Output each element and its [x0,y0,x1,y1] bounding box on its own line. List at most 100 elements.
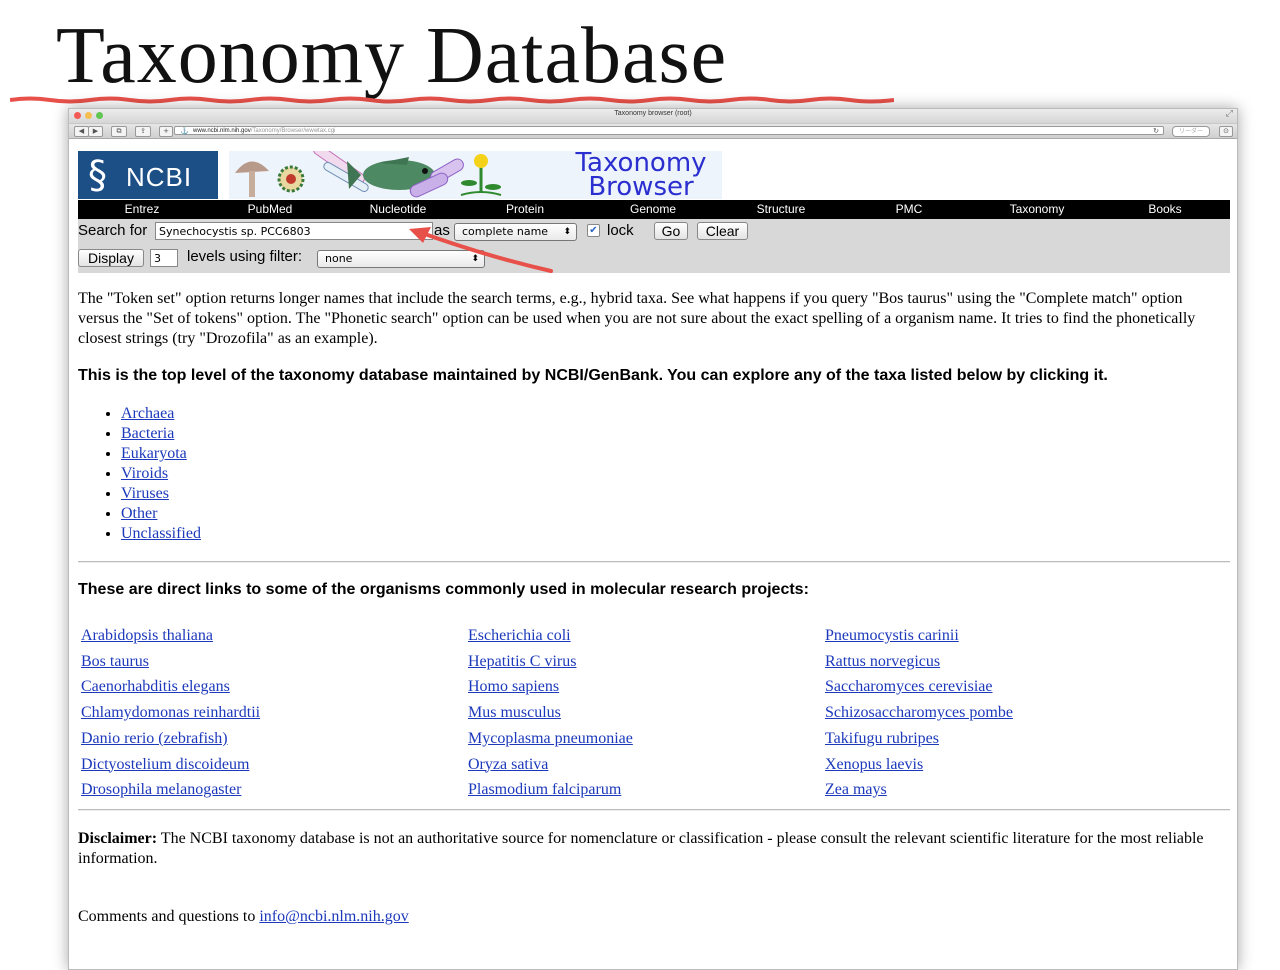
browser-toolbar: ◀ ▶ ⧉ ⇪ + ⚓ www.ncbi.nlm.nih.gov/Taxonom… [69,124,1237,139]
reload-icon[interactable]: ↻ [1153,127,1159,136]
organism-link[interactable]: Takifugu rubripes [825,730,939,747]
organism-link[interactable]: Mycoplasma pneumoniae [468,730,633,747]
intro-paragraph: The "Token set" option returns longer na… [78,290,1196,347]
organisms-heading: These are direct links to some of the or… [78,581,809,598]
search-panel: Search for Synechocystis sp. PCC6803 as … [78,219,1230,273]
list-item: Viroids [121,464,201,484]
fullscreen-icon[interactable]: ⤢ [1226,109,1233,119]
taxon-link-archaea[interactable]: Archaea [121,405,174,422]
window-titlebar: Taxonomy browser (root) ⤢ [69,109,1237,124]
comments-text: Comments and questions to [78,908,260,925]
nav-entrez[interactable]: Entrez [102,200,182,219]
ncbi-logo-text: NCBI [126,162,193,192]
nav-genome[interactable]: Genome [613,200,693,219]
organism-link[interactable]: Schizosaccharomyces pombe [825,704,1013,721]
nav-protein[interactable]: Protein [485,200,565,219]
search-input[interactable]: Synechocystis sp. PCC6803 [155,222,433,240]
organism-link[interactable]: Bos taurus [81,653,149,670]
divider [78,561,1230,563]
slide-title: Taxonomy Database [56,12,728,100]
clear-button[interactable]: Clear [697,222,748,240]
bacteria-icon [313,151,369,192]
select-arrows-icon: ⬍ [471,254,479,264]
organism-link[interactable]: Arabidopsis thaliana [81,627,213,644]
organism-link[interactable]: Dictyostelium discoideum [81,756,249,773]
comments-line: Comments and questions to info@ncbi.nlm.… [78,907,409,927]
nav-pmc[interactable]: PMC [869,200,949,219]
title-underline [10,96,894,104]
banner-title-line2: Browser [588,172,694,199]
top-level-taxa-list: Archaea Bacteria Eukaryota Viroids Virus… [101,404,201,544]
taxon-link-eukaryota[interactable]: Eukaryota [121,445,187,462]
levels-input[interactable]: 3 [150,249,178,267]
list-item: Other [121,504,201,524]
search-mode-select[interactable]: complete name ⬍ [454,223,577,241]
organism-link[interactable]: Danio rerio (zebrafish) [81,730,228,747]
url-host: www.ncbi.nlm.nih.gov [193,128,251,134]
forward-button[interactable]: ▶ [88,126,103,137]
top-level-heading: This is the top level of the taxonomy da… [78,367,1108,384]
mushroom-icon [235,161,269,197]
taxon-link-viruses[interactable]: Viruses [121,485,169,502]
disclaimer-text: The NCBI taxonomy database is not an aut… [78,830,1204,867]
share-icon[interactable]: ⇪ [135,126,151,137]
taxon-link-bacteria[interactable]: Bacteria [121,425,174,442]
contact-email-link[interactable]: info@ncbi.nlm.nih.gov [259,908,408,925]
nav-taxonomy[interactable]: Taxonomy [997,200,1077,219]
list-item: Archaea [121,404,201,424]
reader-button[interactable]: リーダー [1172,126,1210,137]
search-mode-value: complete name [462,225,549,238]
back-button[interactable]: ◀ [74,126,89,137]
organisms-column-3: Pneumocystis carinii Rattus norvegicus S… [825,623,1013,803]
organism-link[interactable]: Caenorhabditis elegans [81,678,230,695]
taxon-link-viroids[interactable]: Viroids [121,465,168,482]
virus-icon [277,165,305,193]
taxon-link-other[interactable]: Other [121,505,157,522]
list-item: Eukaryota [121,444,201,464]
organism-link[interactable]: Hepatitis C virus [468,653,576,670]
nav-books[interactable]: Books [1125,200,1205,219]
organism-link[interactable]: Plasmodium falciparum [468,781,621,798]
address-bar[interactable]: ⚓ www.ncbi.nlm.nih.gov/Taxonomy/Browser/… [174,126,1164,135]
organism-link[interactable]: Pneumocystis carinii [825,627,959,644]
filter-select[interactable]: none ⬍ [317,250,485,268]
site-icon: ⚓ [180,128,189,135]
organism-link[interactable]: Homo sapiens [468,678,559,695]
lock-checkbox[interactable]: ✔ [587,224,600,237]
levels-label: levels using filter: [187,248,303,265]
nav-nucleotide[interactable]: Nucleotide [358,200,438,219]
organism-link[interactable]: Escherichia coli [468,627,571,644]
nav-structure[interactable]: Structure [741,200,821,219]
go-button[interactable]: Go [654,222,688,240]
list-item: Viruses [121,484,201,504]
select-arrows-icon: ⬍ [563,227,571,237]
organism-link[interactable]: Oryza sativa [468,756,548,773]
search-for-label: Search for [78,222,148,239]
as-label: as [434,222,450,239]
window-title: Taxonomy browser (root) [614,110,692,117]
downloads-icon[interactable]: ⊙ [1219,126,1233,137]
organism-link[interactable]: Drosophila melanogaster [81,781,241,798]
dna-helix-icon: § [88,153,107,197]
organism-link[interactable]: Mus musculus [468,704,561,721]
disclaimer-label: Disclaimer: [78,830,158,847]
ncbi-logo[interactable]: § NCBI [78,151,218,199]
disclaimer: Disclaimer: The NCBI taxonomy database i… [78,829,1228,869]
organism-link[interactable]: Zea mays [825,781,887,798]
organism-link[interactable]: Rattus norvegicus [825,653,940,670]
organism-link[interactable]: Saccharomyces cerevisiae [825,678,992,695]
nav-pubmed[interactable]: PubMed [230,200,310,219]
list-item: Unclassified [121,524,201,544]
organism-link[interactable]: Xenopus laevis [825,756,923,773]
organisms-column-2: Escherichia coli Hepatitis C virus Homo … [468,623,633,803]
taxonomy-banner: Taxonomy Browser [229,151,722,199]
organism-link[interactable]: Chlamydomonas reinhardtii [81,704,260,721]
list-item: Bacteria [121,424,201,444]
display-button[interactable]: Display [78,249,144,267]
bookmarks-icon[interactable]: ⧉ [111,126,127,137]
new-tab-button[interactable]: + [159,126,173,137]
page-content: § NCBI Taxonomy Browser Entrez PubMed Nu… [69,139,1237,969]
divider [78,809,1230,811]
browser-window: Taxonomy browser (root) ⤢ ◀ ▶ ⧉ ⇪ + ⚓ ww… [68,108,1238,970]
taxon-link-unclassified[interactable]: Unclassified [121,525,201,542]
